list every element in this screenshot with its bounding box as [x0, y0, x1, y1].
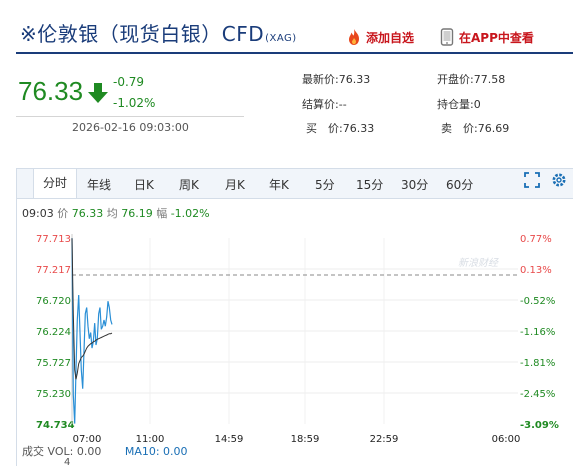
field-label: 最新价: — [302, 73, 339, 86]
open-price-field: 开盘价:77.58 — [437, 71, 505, 87]
volume-legend: 成交 VOL: 0.00 MA10: 0.00 — [22, 443, 188, 459]
ask-price-field: 卖 价:76.69 — [441, 120, 509, 136]
latest-price-field: 最新价:76.33 — [302, 71, 370, 87]
info-avg-label: 均 — [106, 207, 118, 220]
field-label: 买 价: — [306, 122, 343, 135]
price-change: -0.79 — [113, 75, 145, 89]
settle-price-field: 结算价:-- — [302, 96, 347, 112]
volume-axis-label: 4 — [64, 457, 71, 468]
tab-day-k[interactable]: 日K — [134, 176, 154, 193]
field-value: 76.33 — [338, 73, 371, 86]
arrow-down-icon — [88, 83, 108, 103]
tab-year-k[interactable]: 年K — [269, 176, 289, 193]
phone-icon — [440, 28, 454, 46]
crosshair-info: 09:03 价 76.33 均 76.19 幅 -1.02% — [22, 205, 210, 221]
add-favorite-button[interactable]: 添加自选 — [345, 28, 414, 46]
price-divider — [16, 116, 244, 117]
fullscreen-icon[interactable] — [523, 171, 541, 189]
settings-icon[interactable] — [550, 171, 568, 189]
field-label: 卖 价: — [441, 122, 478, 135]
info-price-label: 价 — [57, 207, 69, 220]
field-value: 77.58 — [473, 73, 506, 86]
tab-15min[interactable]: 15分 — [356, 176, 383, 193]
watermark-text: 新浪财经 — [458, 258, 498, 269]
tab-week-k[interactable]: 周K — [179, 176, 199, 193]
field-value: 76.69 — [477, 122, 510, 135]
tab-30min[interactable]: 30分 — [401, 176, 428, 193]
last-price: 76.33 — [18, 76, 84, 106]
tab-month-k[interactable]: 月K — [225, 176, 245, 193]
open-in-app-button[interactable]: 在APP中查看 — [440, 28, 534, 46]
tab-5min[interactable]: 5分 — [315, 176, 335, 193]
ma10-label: MA10: — [124, 445, 160, 458]
tab-timeshare[interactable]: 分时 — [33, 169, 78, 198]
price-change-pct: -1.02% — [113, 96, 156, 110]
field-value: -- — [338, 98, 347, 111]
field-value: 0 — [473, 98, 481, 111]
info-price: 76.33 — [71, 207, 104, 220]
ma10-value: 0.00 — [163, 445, 188, 458]
info-amp-label: 幅 — [156, 207, 168, 220]
info-avg: 76.19 — [121, 207, 153, 220]
title-divider — [16, 52, 573, 54]
info-time: 09:03 — [22, 207, 54, 220]
field-label: 开盘价: — [437, 73, 474, 86]
flame-icon — [349, 29, 359, 45]
field-label: 结算价: — [302, 98, 339, 111]
field-label: 持仓量: — [437, 98, 474, 111]
vol-value: 0.00 — [76, 445, 102, 458]
tab-year-line[interactable]: 年线 — [87, 176, 111, 193]
title-symbol: (XAG) — [265, 33, 297, 44]
add-favorite-label: 添加自选 — [366, 31, 415, 45]
bid-price-field: 买 价:76.33 — [306, 120, 374, 136]
volume-label: 成交 — [22, 445, 44, 458]
info-amp: -1.02% — [170, 207, 210, 220]
open-interest-field: 持仓量:0 — [437, 96, 481, 112]
quote-time: 2026-02-16 09:03:00 — [72, 121, 189, 134]
tab-60min[interactable]: 60分 — [446, 176, 473, 193]
field-value: 76.33 — [342, 122, 375, 135]
open-in-app-label: 在APP中查看 — [459, 31, 534, 45]
title-main: ※伦敦银（现货白银）CFD — [20, 22, 265, 46]
period-tabbar: 分时 年线 日K 周K 月K 年K 5分 15分 30分 60分 — [17, 169, 573, 199]
page-title: ※伦敦银（现货白银）CFD(XAG) — [20, 18, 297, 47]
